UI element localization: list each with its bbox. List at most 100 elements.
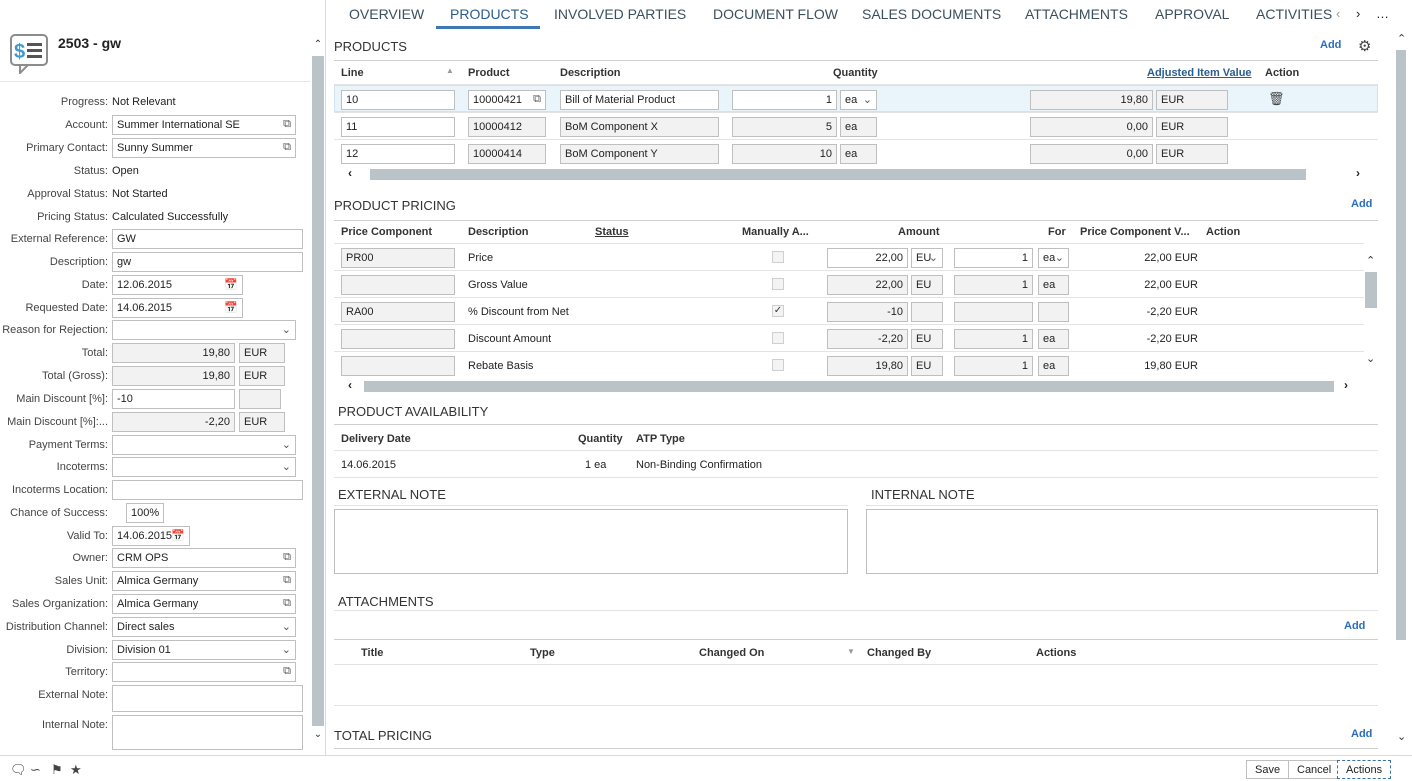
col-manually[interactable]: Manually A... [742, 226, 809, 238]
sort-desc-icon[interactable]: ▼ [847, 647, 855, 656]
line-field[interactable]: 10 [341, 90, 455, 110]
unit-select[interactable]: ea ⌄ [840, 90, 877, 110]
scroll-thumb[interactable] [1365, 272, 1377, 308]
chevron-down-icon[interactable]: ⌄ [312, 728, 324, 742]
line-field[interactable]: 12 [341, 144, 455, 164]
calendar-icon[interactable]: 📅 [171, 529, 185, 542]
add-pricing-link[interactable]: Add [1351, 198, 1372, 210]
sales-org-field[interactable]: Almica Germany ⧉ [112, 594, 296, 614]
open-value-help-icon[interactable]: ⧉ [283, 141, 291, 154]
add-total-pricing-link[interactable]: Add [1351, 728, 1372, 740]
add-product-link[interactable]: Add [1320, 39, 1341, 51]
open-value-help-icon[interactable]: ⧉ [283, 665, 291, 678]
tab-activities[interactable]: ACTIVITIES [1256, 6, 1332, 22]
col-for[interactable]: For [1048, 226, 1066, 238]
chevron-down-icon[interactable]: ⌄ [282, 323, 291, 336]
chevron-down-icon[interactable]: ⌄ [282, 620, 291, 633]
tab-involved-parties[interactable]: INVOLVED PARTIES [554, 6, 686, 22]
actions-button[interactable]: Actions [1337, 760, 1392, 779]
col-status[interactable]: Status [595, 226, 629, 238]
calendar-icon[interactable]: 📅 [224, 278, 238, 291]
sales-unit-field[interactable]: Almica Germany ⧉ [112, 571, 296, 591]
requested-date-field[interactable]: 14.06.2015 📅 [112, 298, 243, 318]
chevron-up-icon[interactable]: ⌃ [1397, 32, 1406, 45]
tab-overview[interactable]: OVERVIEW [349, 6, 424, 22]
col-adjusted-item-value[interactable]: Adjusted Item Value [1147, 67, 1252, 79]
account-field[interactable]: Summer International SE ⧉ [112, 115, 296, 135]
products-hscrollbar[interactable]: ‹ › [334, 166, 1378, 181]
division-select[interactable]: Division 01 ⌄ [112, 640, 296, 660]
owner-field[interactable]: CRM OPS ⧉ [112, 548, 296, 568]
open-value-help-icon[interactable]: ⧉ [283, 597, 291, 610]
col-line[interactable]: Line [341, 67, 364, 79]
chevron-down-icon[interactable]: ⌄ [282, 460, 291, 473]
chevron-down-icon[interactable]: ⌄ [282, 438, 291, 451]
internal-note-field[interactable] [112, 715, 303, 750]
chevron-up-icon[interactable]: ⌃ [1366, 254, 1375, 267]
col-description[interactable]: Description [560, 67, 621, 79]
col-title[interactable]: Title [361, 647, 383, 659]
chevron-right-icon[interactable]: › [1356, 6, 1360, 21]
pricing-vscrollbar[interactable]: ⌃ ⌄ [1364, 252, 1378, 370]
for-unit-select[interactable]: ea ⌄ [1038, 248, 1069, 268]
tab-document-flow[interactable]: DOCUMENT FLOW [713, 6, 838, 22]
tab-products[interactable]: PRODUCTS [450, 6, 529, 22]
scroll-thumb[interactable] [1396, 50, 1406, 640]
chevron-up-icon[interactable]: ⌃ [312, 38, 324, 52]
col-price-component-value[interactable]: Price Component V... [1080, 226, 1190, 238]
open-value-help-icon[interactable]: ⧉ [283, 551, 291, 564]
tab-attachments[interactable]: ATTACHMENTS [1025, 6, 1128, 22]
more-icon[interactable]: … [1376, 6, 1389, 21]
open-value-help-icon[interactable]: ⧉ [283, 118, 291, 131]
amount-unit-select[interactable]: EU ⌄ [911, 248, 943, 268]
line-field[interactable]: 11 [341, 117, 455, 137]
chevron-left-icon[interactable]: ‹ [348, 166, 352, 180]
chevron-down-icon[interactable]: ⌄ [929, 251, 938, 264]
sort-asc-icon[interactable]: ▲ [446, 66, 454, 75]
manual-checkbox[interactable] [772, 332, 784, 344]
product-field[interactable]: 10000421 ⧉ [468, 90, 546, 110]
date-field[interactable]: 12.06.2015 📅 [112, 275, 243, 295]
col-quantity[interactable]: Quantity [833, 67, 878, 79]
amount-field[interactable]: 22,00 [827, 248, 908, 268]
manual-checkbox[interactable] [772, 251, 784, 263]
cancel-button[interactable]: Cancel [1288, 760, 1341, 779]
left-panel-scrollbar[interactable]: ⌃ ⌄ [312, 36, 324, 748]
main-vscrollbar[interactable]: ⌃ ⌄ [1394, 30, 1408, 755]
open-value-help-icon[interactable]: ⧉ [283, 574, 291, 587]
chevron-down-icon[interactable]: ⌄ [1055, 251, 1064, 264]
scroll-thumb[interactable] [370, 169, 1306, 180]
reason-rejection-select[interactable]: ⌄ [112, 320, 296, 340]
for-field[interactable]: 1 [954, 248, 1033, 268]
flag-icon[interactable]: ⚑ [51, 762, 63, 778]
main-discount-pct-field[interactable]: -10 [112, 389, 235, 409]
chevron-left-icon[interactable]: ‹ [1336, 6, 1340, 21]
col-product[interactable]: Product [468, 67, 510, 79]
col-amount[interactable]: Amount [898, 226, 940, 238]
incoterms-select[interactable]: ⌄ [112, 457, 296, 477]
manual-checkbox[interactable] [772, 359, 784, 371]
territory-field[interactable]: ⧉ [112, 662, 296, 682]
col-description[interactable]: Description [468, 226, 529, 238]
chevron-down-icon[interactable]: ⌄ [1366, 352, 1375, 365]
save-button[interactable]: Save [1246, 760, 1290, 779]
payment-terms-select[interactable]: ⌄ [112, 435, 296, 455]
gear-icon[interactable]: ⚙ [1358, 37, 1371, 55]
chevron-down-icon[interactable]: ⌄ [863, 93, 872, 106]
pricing-hscrollbar[interactable]: ‹ › [334, 378, 1364, 393]
chevron-right-icon[interactable]: › [1356, 166, 1360, 180]
chevron-down-icon[interactable]: ⌄ [1397, 730, 1406, 743]
col-type[interactable]: Type [530, 647, 555, 659]
trash-icon[interactable]: 🗑 [1268, 91, 1285, 107]
chevron-down-icon[interactable]: ⌄ [282, 643, 291, 656]
external-note-field[interactable] [112, 685, 303, 712]
external-reference-field[interactable]: GW [112, 229, 303, 249]
chevron-right-icon[interactable]: › [1344, 378, 1348, 392]
add-attachment-link[interactable]: Add [1344, 620, 1365, 632]
tab-sales-documents[interactable]: SALES DOCUMENTS [862, 6, 1001, 22]
col-changed-on[interactable]: Changed On [699, 647, 764, 659]
calendar-icon[interactable]: 📅 [224, 301, 238, 314]
col-changed-by[interactable]: Changed By [867, 647, 931, 659]
chance-success-field[interactable]: 100% [126, 503, 164, 523]
manual-checkbox[interactable] [772, 278, 784, 290]
